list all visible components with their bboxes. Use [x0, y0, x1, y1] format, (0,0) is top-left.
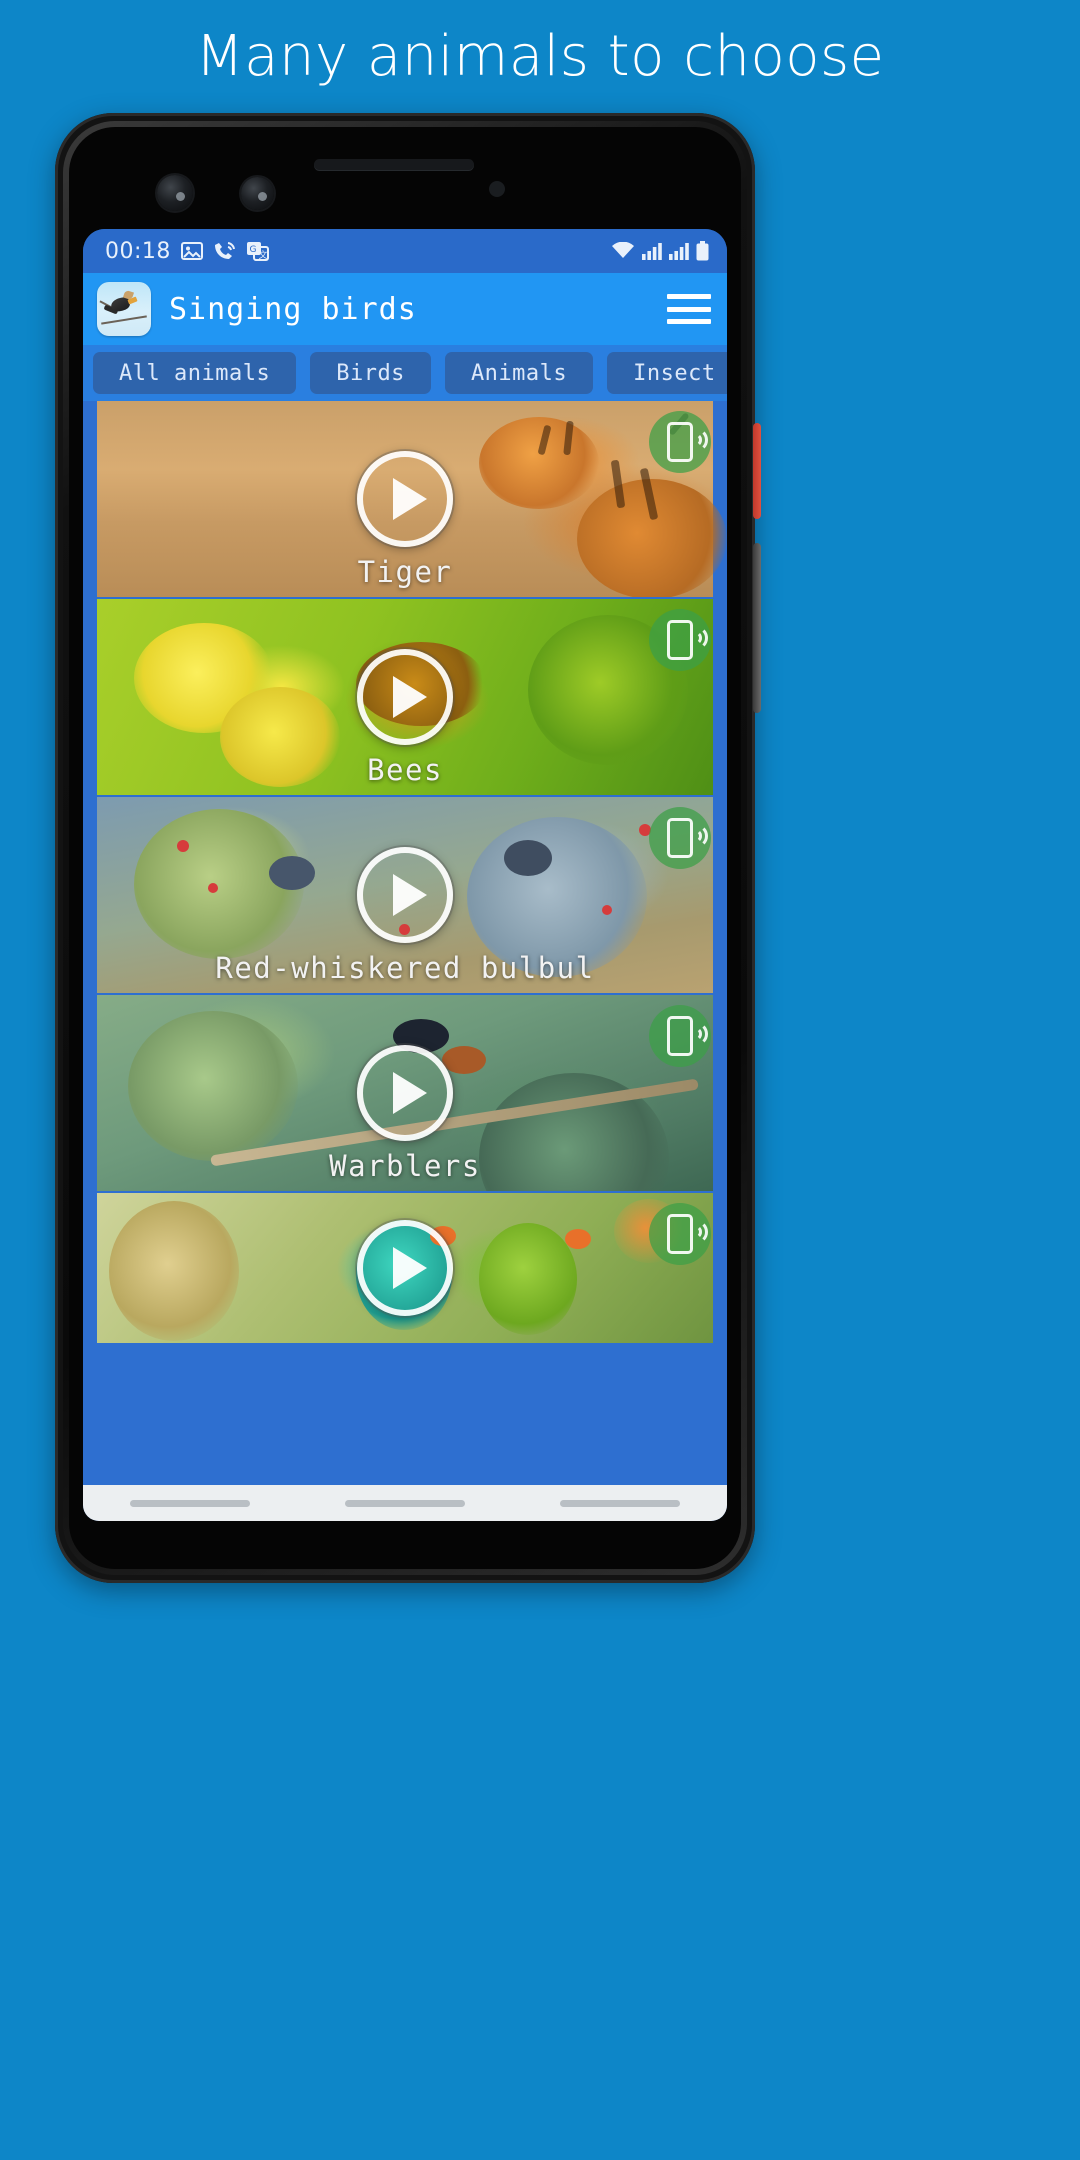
animal-list[interactable]: Tiger Bees Red-whiskered bulbul Warblers: [83, 401, 727, 1505]
proximity-sensor-icon: [489, 181, 505, 197]
power-button[interactable]: [753, 423, 761, 519]
set-as-ringtone-icon[interactable]: [649, 1203, 711, 1265]
set-as-ringtone-icon[interactable]: [649, 609, 711, 671]
app-bar: Singing birds: [83, 273, 727, 345]
status-bar: 00:18 G文: [83, 229, 727, 273]
list-item[interactable]: Bees: [83, 599, 727, 795]
set-as-ringtone-icon[interactable]: [649, 411, 711, 473]
phone-top-bezel: [69, 127, 741, 223]
phone-bottom-bezel: [69, 1469, 741, 1569]
list-item[interactable]: [83, 1193, 727, 1343]
google-translate-icon: G文: [246, 241, 269, 261]
phone-screen-glass: 00:18 G文 Singing birds All animals Birds…: [69, 127, 741, 1569]
battery-icon: [696, 241, 709, 261]
svg-text:G: G: [249, 245, 256, 255]
earpiece-speaker: [314, 159, 474, 170]
app-logo-bird-icon: [97, 282, 151, 336]
list-item[interactable]: Red-whiskered bulbul: [83, 797, 727, 993]
play-icon[interactable]: [357, 1220, 453, 1316]
list-item-label: Red-whiskered bulbul: [215, 951, 595, 985]
list-item-label: Warblers: [329, 1149, 481, 1183]
set-as-ringtone-icon[interactable]: [649, 1005, 711, 1067]
hamburger-menu-icon[interactable]: [667, 292, 711, 326]
play-icon[interactable]: [357, 847, 453, 943]
image-icon: [180, 242, 203, 260]
tab-animals[interactable]: Animals: [444, 352, 594, 394]
list-item[interactable]: Warblers: [83, 995, 727, 1191]
list-item-label: Tiger: [357, 555, 453, 589]
app-screen: 00:18 G文 Singing birds All animals Birds…: [83, 229, 727, 1521]
svg-text:文: 文: [258, 249, 267, 261]
phone-call-waves-icon: [213, 241, 237, 261]
list-item-label: Bees: [367, 753, 443, 787]
tab-birds[interactable]: Birds: [310, 352, 431, 394]
set-as-ringtone-icon[interactable]: [649, 807, 711, 869]
category-tab-bar[interactable]: All animals Birds Animals Insect: [83, 345, 727, 401]
wifi-icon: [611, 242, 635, 260]
front-camera-secondary-icon: [241, 177, 274, 210]
phone-mockup: 00:18 G文 Singing birds All animals Birds…: [55, 113, 761, 1583]
page-title: Many animals to choose: [195, 24, 885, 89]
play-icon[interactable]: [357, 1045, 453, 1141]
list-item[interactable]: Tiger: [83, 401, 727, 597]
signal-bars-icon: [642, 242, 662, 260]
volume-button[interactable]: [753, 543, 761, 713]
play-icon[interactable]: [357, 649, 453, 745]
front-camera-icon: [157, 175, 193, 211]
tab-insect[interactable]: Insect: [607, 352, 727, 394]
play-icon[interactable]: [357, 451, 453, 547]
signal-bars-2-icon: [669, 242, 689, 260]
tab-all-animals[interactable]: All animals: [93, 352, 297, 394]
status-bar-clock: 00:18: [105, 238, 171, 264]
app-title: Singing birds: [169, 291, 417, 327]
